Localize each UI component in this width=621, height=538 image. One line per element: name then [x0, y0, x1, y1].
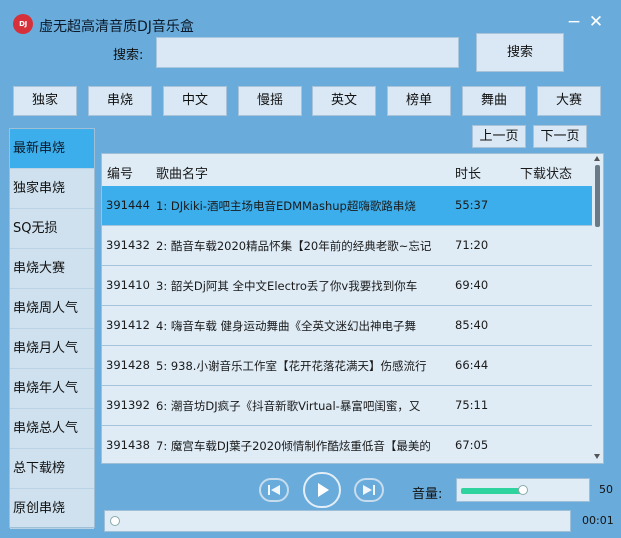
- volume-value: 50: [599, 483, 613, 496]
- category-button[interactable]: 慢摇: [238, 86, 302, 116]
- song-name: 7: 魔宫车载DJ葉子2020倾情制作酷炫重低音【最美的: [156, 439, 431, 453]
- category-button[interactable]: 英文: [312, 86, 376, 116]
- song-duration: 71:20: [455, 238, 489, 252]
- play-button[interactable]: [303, 472, 341, 508]
- volume-label: 音量:: [412, 487, 443, 502]
- song-name: 5: 938.小谢音乐工作室【花开花落花满天】伤感流行: [156, 359, 427, 373]
- progress-slider[interactable]: [104, 510, 571, 532]
- table-row[interactable]: 391444 1: DJkiki-酒吧主场电音EDMMashup超嗨歌路串烧 55:…: [102, 186, 592, 226]
- sidebar-item[interactable]: 串烧月人气: [10, 329, 94, 369]
- table-row[interactable]: 391412 4: 嗨音车载 健身运动舞曲《全英文迷幻出神电子舞 85:40: [102, 306, 592, 346]
- song-id: 391438: [106, 438, 150, 452]
- song-name: 2: 酷音车载2020精品怀集【20年前的经典老歌~忘记: [156, 239, 432, 253]
- search-button[interactable]: 搜索: [476, 33, 564, 72]
- volume-slider[interactable]: [456, 478, 590, 502]
- table-header: 编号 歌曲名字 时长 下载状态: [102, 154, 592, 186]
- category-button[interactable]: 中文: [163, 86, 227, 116]
- next-track-button[interactable]: [354, 478, 384, 502]
- skip-forward-icon: [363, 485, 375, 495]
- search-label: 搜索:: [113, 48, 144, 63]
- progress-knob[interactable]: [110, 516, 120, 526]
- sidebar-item[interactable]: 最新串烧: [10, 129, 94, 169]
- scroll-thumb[interactable]: [595, 165, 600, 227]
- sidebar-list: 最新串烧 独家串烧 SQ无损 串烧大赛 串烧周人气 串烧月人气 串烧年人气 串烧总人气 总下载榜…: [9, 128, 95, 529]
- sidebar-item[interactable]: 串烧大赛: [10, 249, 94, 289]
- category-button[interactable]: 串烧: [88, 86, 152, 116]
- sidebar-item[interactable]: 串烧总人气: [10, 409, 94, 449]
- song-name: 3: 韶关Dj阿其 全中文Electro丢了你v我要找到你车: [156, 279, 418, 293]
- volume-fill: [461, 488, 523, 494]
- scroll-down-icon[interactable]: [594, 454, 600, 459]
- category-button[interactable]: 舞曲: [462, 86, 526, 116]
- table-row[interactable]: 391432 2: 酷音车载2020精品怀集【20年前的经典老歌~忘记 71:20: [102, 226, 592, 266]
- close-button[interactable]: ✕: [587, 12, 605, 32]
- header-download: 下载状态: [520, 167, 573, 182]
- song-duration: 67:05: [455, 438, 489, 452]
- sidebar-item[interactable]: SQ无损: [10, 209, 94, 249]
- table-row[interactable]: 391392 6: 潮音坊DJ疯子《抖音新歌Virtual-暴富吧闺蜜，又 75:1…: [102, 386, 592, 426]
- song-duration: 55:37: [455, 198, 489, 212]
- table-row[interactable]: 391410 3: 韶关Dj阿其 全中文Electro丢了你v我要找到你车 69:4…: [102, 266, 592, 306]
- sidebar-item[interactable]: 总下载榜: [10, 449, 94, 489]
- song-id: 391392: [106, 398, 150, 412]
- skip-back-icon: [268, 485, 280, 495]
- song-name: 4: 嗨音车载 健身运动舞曲《全英文迷幻出神电子舞: [156, 319, 416, 333]
- song-id: 391410: [106, 278, 150, 292]
- play-icon: [318, 483, 329, 497]
- minimize-button[interactable]: −: [565, 12, 583, 32]
- song-name: 1: DJkiki-酒吧主场电音EDMMashup超嗨歌路串烧: [156, 199, 416, 213]
- volume-knob[interactable]: [518, 485, 528, 495]
- song-id: 391444: [106, 198, 150, 212]
- sidebar-item[interactable]: 串烧周人气: [10, 289, 94, 329]
- scroll-up-icon[interactable]: [594, 156, 600, 161]
- song-id: 391428: [106, 358, 150, 372]
- category-button[interactable]: 榜单: [387, 86, 451, 116]
- category-button[interactable]: 独家: [13, 86, 77, 116]
- table-rows: 391444 1: DJkiki-酒吧主场电音EDMMashup超嗨歌路串烧 55:…: [102, 186, 592, 463]
- song-id: 391412: [106, 318, 150, 332]
- playback-time: 00:01: [582, 514, 614, 527]
- table-row[interactable]: 391438 7: 魔宫车载DJ葉子2020倾情制作酷炫重低音【最美的 67:05: [102, 426, 592, 463]
- song-duration: 85:40: [455, 318, 489, 332]
- window-title: 虚无超高清音质DJ音乐盒: [39, 19, 194, 35]
- header-duration: 时长: [455, 167, 482, 182]
- song-name: 6: 潮音坊DJ疯子《抖音新歌Virtual-暴富吧闺蜜，又: [156, 399, 421, 413]
- music-app-window: DJ 虚无超高清音质DJ音乐盒 − ✕ 搜索: 搜索 独家 串烧 中文 慢摇 英文 榜单舞…: [0, 0, 621, 538]
- prev-page-button[interactable]: 上一页: [472, 125, 526, 148]
- search-input[interactable]: [156, 37, 459, 68]
- previous-track-button[interactable]: [259, 478, 289, 502]
- sidebar-item[interactable]: 原创串烧: [10, 489, 94, 529]
- song-duration: 66:44: [455, 358, 489, 372]
- song-duration: 75:11: [455, 398, 489, 412]
- next-page-button[interactable]: 下一页: [533, 125, 587, 148]
- song-duration: 69:40: [455, 278, 489, 292]
- header-name: 歌曲名字: [156, 167, 209, 182]
- table-row[interactable]: 391428 5: 938.小谢音乐工作室【花开花落花满天】伤感流行 66:44: [102, 346, 592, 386]
- sidebar-item[interactable]: 独家串烧: [10, 169, 94, 209]
- song-table: 编号 歌曲名字 时长 下载状态 391444 1: DJkiki-酒吧主场电音ED…: [101, 153, 604, 464]
- song-id: 391432: [106, 238, 150, 252]
- app-logo-icon: DJ: [13, 14, 33, 34]
- table-scrollbar[interactable]: [592, 154, 603, 463]
- sidebar-item[interactable]: 串烧年人气: [10, 369, 94, 409]
- category-button[interactable]: 大赛: [537, 86, 601, 116]
- header-id: 编号: [107, 167, 134, 182]
